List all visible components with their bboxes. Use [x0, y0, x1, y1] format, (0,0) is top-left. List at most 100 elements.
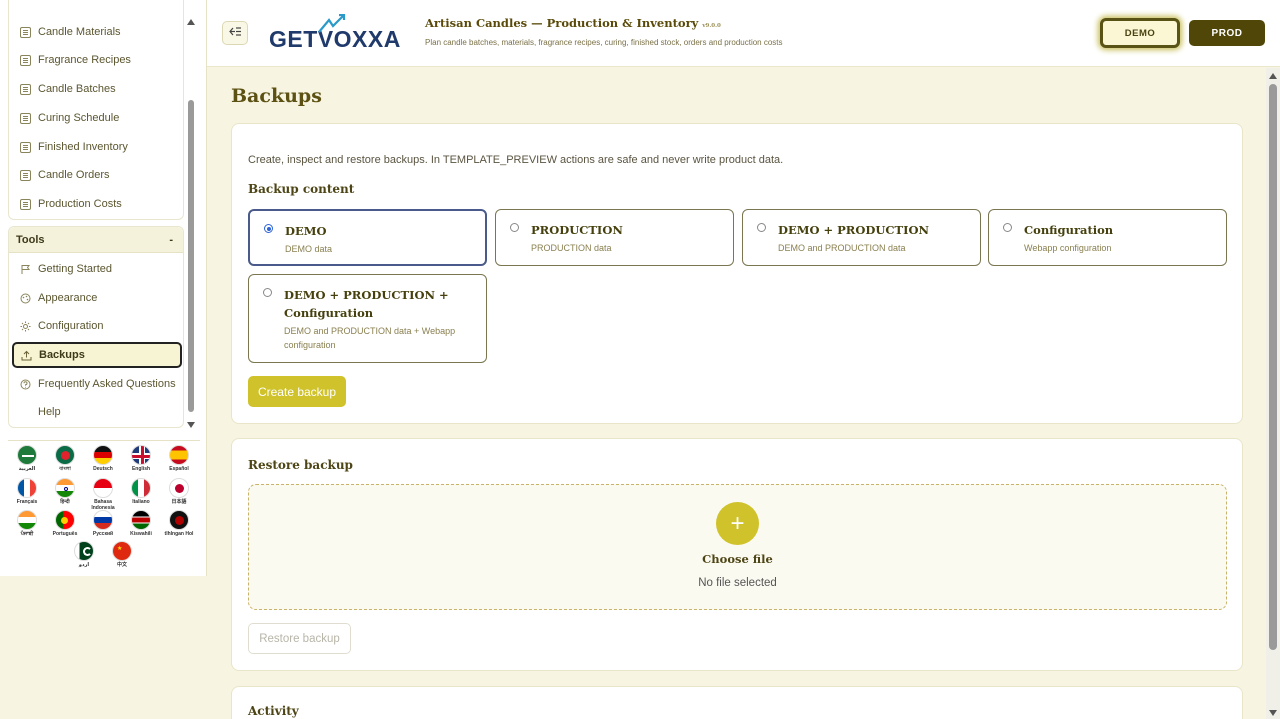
option-production[interactable]: PRODUCTION PRODUCTION data — [495, 209, 734, 266]
main-scrollbar[interactable] — [1266, 68, 1280, 719]
intro-text: Create, inspect and restore backups. In … — [248, 154, 784, 166]
sidebar-item-label: Candle Batches — [38, 83, 116, 95]
restore-backup-button[interactable]: Restore backup — [248, 623, 351, 654]
env-demo-button[interactable]: DEMO — [1100, 18, 1180, 48]
backup-content-heading: Backup content — [248, 182, 355, 196]
language-ru[interactable]: Русский — [85, 510, 121, 537]
sidebar-item-fragrance-recipes[interactable]: Fragrance Recipes — [9, 47, 183, 73]
list-icon — [19, 54, 31, 66]
sidebar-scrollbar[interactable] — [186, 14, 196, 428]
sidebar-item-production-costs[interactable]: Production Costs — [9, 191, 183, 217]
sidebar-item-configuration[interactable]: Configuration — [9, 313, 183, 339]
question-icon — [19, 378, 31, 390]
option-title: DEMO — [285, 224, 327, 238]
language-id[interactable]: Bahasa Indonesia — [85, 478, 121, 511]
bangladesh-flag-icon — [55, 445, 75, 465]
language-ar[interactable]: العربية — [9, 445, 45, 472]
file-dropzone[interactable]: + Choose file No file selected — [248, 484, 1227, 610]
sidebar-item-curing-schedule[interactable]: Curing Schedule — [9, 105, 183, 131]
logo[interactable]: GETVOXXA — [269, 14, 401, 53]
collapse-toggle[interactable]: - — [169, 234, 173, 246]
option-demo-production-configuration[interactable]: DEMO + PRODUCTION + Configuration DEMO a… — [248, 274, 487, 363]
language-es[interactable]: Español — [161, 445, 197, 472]
japan-flag-icon — [169, 478, 189, 498]
scroll-up-arrow-icon[interactable] — [187, 19, 195, 25]
language-bn[interactable]: বাংলা — [47, 445, 83, 472]
sidebar-item-label: Finished Inventory — [38, 141, 128, 153]
sidebar-item-appearance[interactable]: Appearance — [9, 285, 183, 311]
sidebar-item-candle-materials[interactable]: Candle Materials — [9, 19, 183, 45]
collapse-sidebar-button[interactable] — [222, 21, 248, 45]
app-title: Artisan Candles — Production & Inventory… — [425, 16, 721, 30]
language-en[interactable]: English — [123, 445, 159, 472]
language-fr[interactable]: Français — [9, 478, 45, 505]
list-icon — [19, 141, 31, 153]
sidebar-item-help[interactable]: Help — [9, 399, 183, 425]
option-configuration[interactable]: Configuration Webapp configuration — [988, 209, 1227, 266]
language-ur[interactable]: اردو — [66, 541, 102, 568]
option-title: PRODUCTION — [531, 223, 623, 237]
scroll-down-arrow-icon[interactable] — [187, 422, 195, 428]
klingon-emblem-icon — [169, 510, 189, 530]
scroll-down-arrow-icon[interactable] — [1269, 710, 1277, 716]
page-title: Backups — [231, 85, 322, 107]
language-pt[interactable]: Português — [47, 510, 83, 537]
sidebar-item-finished-inventory[interactable]: Finished Inventory — [9, 134, 183, 160]
sidebar-item-label: Curing Schedule — [38, 112, 120, 124]
list-icon — [19, 83, 31, 95]
portugal-flag-icon — [55, 510, 75, 530]
option-demo-production[interactable]: DEMO + PRODUCTION DEMO and PRODUCTION da… — [742, 209, 981, 266]
sidebar: Candle Materials Fragrance Recipes Candl… — [0, 0, 207, 576]
language-pa[interactable]: ਪੰਜਾਬੀ — [9, 510, 45, 537]
choose-file-label[interactable]: Choose file — [249, 552, 1226, 566]
nav-group-tools: Tools - Getting Started Appearance Confi… — [8, 226, 184, 428]
russia-flag-icon — [93, 510, 113, 530]
option-demo[interactable]: DEMO DEMO data — [248, 209, 487, 266]
app-subtitle: Plan candle batches, materials, fragranc… — [425, 38, 783, 47]
saudi-flag-icon — [17, 445, 37, 465]
plus-icon: + — [730, 509, 745, 537]
scrollbar-thumb[interactable] — [188, 100, 194, 412]
radio-button[interactable] — [510, 223, 519, 232]
selected-file-status: No file selected — [698, 577, 777, 589]
indonesia-flag-icon — [93, 478, 113, 498]
spain-flag-icon — [169, 445, 189, 465]
scrollbar-thumb[interactable] — [1269, 84, 1277, 650]
scroll-up-arrow-icon[interactable] — [1269, 73, 1277, 79]
language-sw[interactable]: Kiswahili — [123, 510, 159, 537]
sidebar-item-candle-batches[interactable]: Candle Batches — [9, 76, 183, 102]
sidebar-item-label: Appearance — [38, 292, 98, 304]
sidebar-item-candle-orders[interactable]: Candle Orders — [9, 162, 183, 188]
tools-title: Tools — [16, 233, 45, 246]
sidebar-item-getting-started[interactable]: Getting Started — [9, 256, 183, 282]
radio-button[interactable] — [757, 223, 766, 232]
option-title: Configuration — [1024, 223, 1114, 237]
language-hi[interactable]: हिन्दी — [47, 478, 83, 505]
language-zh[interactable]: ★ 中文 — [104, 541, 140, 568]
sidebar-item-label: Configuration — [38, 320, 104, 332]
flag-icon — [19, 263, 31, 275]
radio-button[interactable] — [263, 288, 272, 297]
option-desc: DEMO and PRODUCTION data + Webapp config… — [284, 326, 456, 350]
language-tlh[interactable]: tlhIngan Hol — [161, 510, 197, 537]
language-ja[interactable]: 日本語 — [161, 478, 197, 505]
radio-button[interactable] — [264, 224, 273, 233]
add-file-button[interactable]: + — [716, 502, 759, 545]
collapse-sidebar-icon — [228, 26, 242, 40]
option-desc: DEMO and PRODUCTION data — [778, 243, 906, 253]
app-version: v9.0.0 — [702, 23, 721, 29]
sidebar-item-backups[interactable]: Backups — [12, 342, 182, 368]
pakistan-flag-icon — [74, 541, 94, 561]
sidebar-item-label: Production Costs — [38, 198, 122, 210]
create-backup-button[interactable]: Create backup — [248, 376, 346, 407]
sidebar-item-faq[interactable]: Frequently Asked Questions — [9, 371, 183, 397]
language-de[interactable]: Deutsch — [85, 445, 121, 472]
tools-header[interactable]: Tools - — [9, 227, 183, 253]
activity-card: Activity — [231, 686, 1243, 719]
language-it[interactable]: Italiano — [123, 478, 159, 505]
list-icon — [19, 169, 31, 181]
radio-button[interactable] — [1003, 223, 1012, 232]
sidebar-nav: Candle Materials Fragrance Recipes Candl… — [0, 0, 200, 430]
env-prod-button[interactable]: PROD — [1189, 20, 1265, 46]
india-flag-icon — [17, 510, 37, 530]
